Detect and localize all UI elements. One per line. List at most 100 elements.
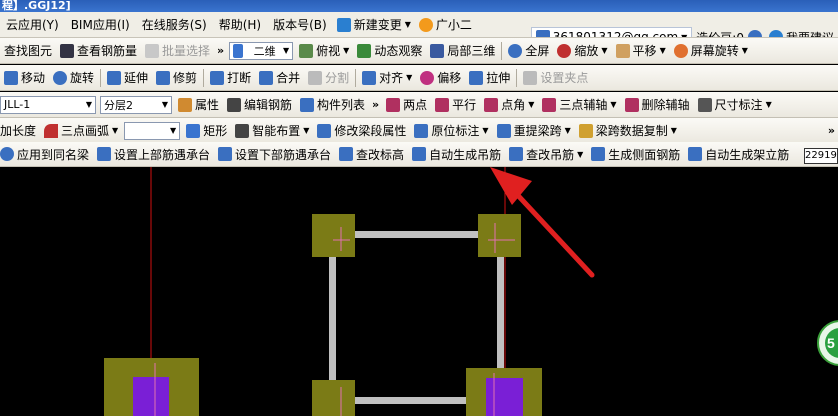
- list-icon: [300, 97, 315, 112]
- respan-button[interactable]: 重提梁跨 ▼: [493, 120, 575, 142]
- original-mark-icon: [414, 123, 429, 138]
- apply-same-icon: [0, 147, 14, 161]
- screen-rotate-button[interactable]: 屏幕旋转 ▼: [670, 40, 752, 62]
- offset-icon: [420, 70, 435, 85]
- separator: [203, 68, 205, 87]
- menu-online[interactable]: 在线服务(S): [136, 16, 213, 33]
- local-3d-button[interactable]: 局部三维: [426, 40, 499, 62]
- column-top-left[interactable]: [312, 214, 355, 257]
- parallel-button[interactable]: 平行: [431, 94, 480, 116]
- three-point-axis-button[interactable]: 三点辅轴 ▼: [538, 94, 620, 116]
- rectangle-button[interactable]: 矩形: [182, 120, 231, 142]
- modify-beam-attr-button[interactable]: 修改梁段属性: [313, 120, 410, 142]
- batch-select-icon: [145, 43, 160, 58]
- rotate-screen-icon: [673, 43, 688, 58]
- parallel-icon: [435, 97, 450, 112]
- set-top-icon: [97, 147, 112, 161]
- check-elevation-button[interactable]: 查改标高: [335, 143, 408, 165]
- find-element-button[interactable]: 查找图元: [0, 40, 56, 62]
- fullscreen-button[interactable]: 全屏: [504, 40, 553, 62]
- bell-icon[interactable]: [747, 30, 762, 37]
- move-button[interactable]: 移动: [0, 67, 49, 89]
- view-rebar-button[interactable]: 查看钢筋量: [56, 40, 141, 62]
- member-list-button[interactable]: 构件列表: [296, 94, 369, 116]
- align-button[interactable]: 对齐 ▼: [358, 67, 416, 89]
- modify-beam-icon: [317, 123, 332, 138]
- point-angle-button[interactable]: 点角 ▼: [480, 94, 538, 116]
- move-icon: [4, 70, 18, 85]
- batch-select-button[interactable]: 批量选择: [141, 40, 214, 62]
- assistant-button[interactable]: 广小二: [415, 14, 476, 36]
- user-icon: [535, 30, 550, 37]
- rotate-icon: [53, 70, 68, 85]
- account-button[interactable]: 361801312@qq.com ▼: [530, 27, 693, 37]
- break-icon: [210, 70, 225, 85]
- window-title: 程】.GGJ12]: [2, 0, 71, 12]
- set-bottom-icon: [218, 147, 233, 161]
- apply-same-name-button[interactable]: 应用到同名梁: [0, 143, 93, 165]
- new-change-button[interactable]: 新建变更 ▼: [333, 14, 415, 36]
- column-bottom-left[interactable]: [312, 380, 355, 416]
- menu-bim[interactable]: BIM应用(I): [65, 16, 136, 33]
- annotation-arrow-shaft: [509, 186, 595, 278]
- edit-rebar-icon: [227, 97, 242, 112]
- split-button[interactable]: 分割: [304, 67, 353, 89]
- menu-help[interactable]: 帮助(H): [213, 16, 267, 33]
- extend-button[interactable]: 延伸: [103, 67, 152, 89]
- top-view-button[interactable]: 俯视 ▼: [295, 40, 353, 62]
- beans-label: 造价豆:0: [696, 30, 744, 38]
- column-core-right[interactable]: [486, 378, 523, 416]
- hanger-icon: [412, 147, 427, 161]
- zoom-button[interactable]: 缩放 ▼: [553, 40, 611, 62]
- feedback-button[interactable]: 我要建议: [765, 26, 838, 37]
- auto-erect-rebar-button[interactable]: 自动生成架立筋: [684, 143, 793, 165]
- toolbar-overflow-icon[interactable]: »: [369, 98, 382, 111]
- account-area: 361801312@qq.com ▼ 造价豆:0 我要建议: [530, 24, 838, 38]
- edit-rebar-button[interactable]: 编辑钢筋: [223, 94, 296, 116]
- check-hanger-icon: [509, 147, 524, 161]
- length-button[interactable]: 加长度: [0, 120, 40, 142]
- copy-span-data-button[interactable]: 梁跨数据复制 ▼: [575, 120, 681, 142]
- trim-button[interactable]: 修剪: [152, 67, 201, 89]
- respan-icon: [496, 123, 511, 138]
- copy-span-icon: [578, 123, 593, 138]
- fullscreen-icon: [508, 43, 523, 58]
- offset-button[interactable]: 偏移: [416, 67, 465, 89]
- beam-top[interactable]: [334, 231, 500, 238]
- view-mode-select[interactable]: 二维 ▼: [229, 41, 294, 60]
- three-point-axis-icon: [542, 97, 557, 112]
- dynamic-view-button[interactable]: 动态观察: [353, 40, 426, 62]
- toolbar-overflow-icon[interactable]: »: [214, 44, 227, 57]
- smart-layout-button[interactable]: 智能布置 ▼: [231, 120, 313, 142]
- auto-hanger-rebar-button[interactable]: 自动生成吊筋: [408, 143, 505, 165]
- menu-version[interactable]: 版本号(B): [267, 16, 333, 33]
- dimension-button[interactable]: 尺寸标注 ▼: [694, 94, 776, 116]
- column-top-right[interactable]: [478, 214, 521, 257]
- set-grip-button[interactable]: 设置夹点: [519, 67, 592, 89]
- three-point-arc-button[interactable]: 三点画弧 ▼: [40, 120, 122, 142]
- menu-cloud[interactable]: 云应用(Y): [0, 16, 65, 33]
- arc-option-select[interactable]: ▼: [124, 121, 181, 140]
- break-button[interactable]: 打断: [206, 67, 255, 89]
- toolbar-overflow-icon[interactable]: »: [825, 124, 838, 137]
- merge-button[interactable]: 合并: [255, 67, 304, 89]
- set-bottom-rebar-button[interactable]: 设置下部筋遇承台: [214, 143, 335, 165]
- pan-button[interactable]: 平移 ▼: [612, 40, 670, 62]
- member-select[interactable]: JLL-1 ▼: [0, 95, 96, 114]
- drawing-canvas[interactable]: 5: [0, 167, 838, 416]
- delete-axis-button[interactable]: 删除辅轴: [621, 94, 694, 116]
- original-mark-button[interactable]: 原位标注 ▼: [410, 120, 492, 142]
- title-bar: 程】.GGJ12]: [0, 0, 838, 12]
- rectangle-icon: [186, 123, 201, 138]
- side-rebar-button[interactable]: 生成侧面钢筋: [587, 143, 684, 165]
- two-point-button[interactable]: 两点: [382, 94, 431, 116]
- layer-select[interactable]: 分层2 ▼: [100, 95, 172, 114]
- set-top-rebar-button[interactable]: 设置上部筋遇承台: [93, 143, 214, 165]
- rotate-button[interactable]: 旋转: [49, 67, 98, 89]
- stretch-button[interactable]: 拉伸: [465, 67, 514, 89]
- two-point-icon: [386, 97, 401, 112]
- attribute-button[interactable]: 属性: [174, 94, 223, 116]
- column-core-left[interactable]: [133, 377, 169, 416]
- check-hanger-button[interactable]: 查改吊筋 ▼: [505, 143, 587, 165]
- zoom-icon: [557, 43, 572, 58]
